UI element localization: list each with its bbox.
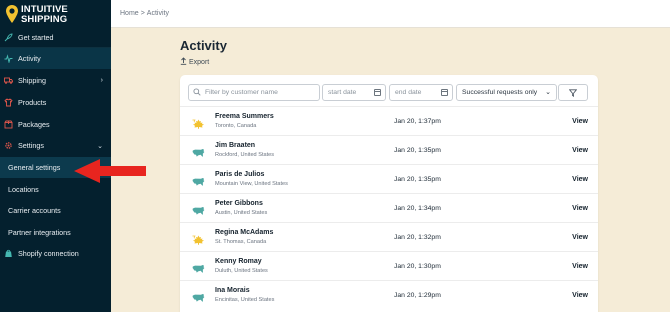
page-title: Activity xyxy=(180,38,227,53)
breadcrumb-separator: > xyxy=(140,10,145,17)
package-icon xyxy=(4,120,13,129)
sidebar-item-label: Locations xyxy=(8,185,39,194)
breadcrumb-current: Activity xyxy=(146,10,169,17)
sidebar-item-get-started[interactable]: Get started xyxy=(0,27,111,48)
view-link[interactable]: View xyxy=(572,292,588,299)
usa-flag-icon xyxy=(192,145,205,157)
customer-location: Duluth, United States xyxy=(215,268,268,274)
sidebar-item-label: Partner integrations xyxy=(8,228,71,237)
sidebar-item-activity[interactable]: Activity xyxy=(0,48,111,69)
customer-name: Jim Braaten xyxy=(215,142,256,149)
status-selected-value: Successful requests only xyxy=(462,89,538,96)
usa-flag-icon xyxy=(192,174,205,186)
customer-location: St. Thomas, Canada xyxy=(215,239,267,245)
sidebar-item-label: Activity xyxy=(18,54,41,63)
canada-flag-icon xyxy=(192,232,205,245)
filter-button[interactable] xyxy=(558,84,588,101)
customer-search-input[interactable]: Filter by customer name xyxy=(188,84,320,101)
customer-name: Kenny Romay xyxy=(215,258,262,265)
activity-row: Jim Braaten Rockford, United States Jan 20… xyxy=(180,135,598,164)
activity-row: Peter Gibbons Austin, United States Jan 20… xyxy=(180,193,598,222)
shirt-icon xyxy=(4,98,13,107)
upload-icon xyxy=(180,57,187,67)
sidebar-item-shopify-connection[interactable]: Shopify connection xyxy=(0,243,111,264)
activity-date: Jan 20, 1:30pm xyxy=(394,263,441,270)
location-pin-icon xyxy=(6,5,18,23)
export-label: Export xyxy=(189,58,210,66)
customer-location: Encinitas, United States xyxy=(215,297,275,303)
request-status-select[interactable]: Successful requests only ⌄ xyxy=(456,84,557,101)
activity-date: Jan 20, 1:35pm xyxy=(394,176,441,183)
activity-icon xyxy=(4,54,13,63)
customer-location: Austin, United States xyxy=(215,210,268,216)
customer-name: Regina McAdams xyxy=(215,229,274,236)
view-link[interactable]: View xyxy=(572,147,588,154)
calendar-icon xyxy=(441,89,448,96)
sidebar-item-label: Carrier accounts xyxy=(8,206,61,215)
start-date-input[interactable]: start date xyxy=(322,84,386,101)
sidebar-item-label: Settings xyxy=(18,141,44,150)
customer-name: Freema Summers xyxy=(215,113,274,120)
rocket-icon xyxy=(4,32,13,42)
brand-wordmark: INTUITIVE SHIPPING xyxy=(21,4,68,25)
sidebar-item-label: General settings xyxy=(8,163,61,172)
red-arrow-annotation xyxy=(74,159,146,183)
customer-location: Rockford, United States xyxy=(215,152,275,158)
activity-date: Jan 20, 1:37pm xyxy=(394,118,441,125)
customer-name: Paris de Julios xyxy=(215,171,265,178)
sidebar-item-label: Shipping xyxy=(18,76,46,85)
sidebar-item-packages[interactable]: Packages xyxy=(0,114,111,135)
gear-icon xyxy=(4,141,13,150)
truck-icon xyxy=(4,76,13,85)
end-date-input[interactable]: end date xyxy=(389,84,453,101)
sidebar-item-shipping[interactable]: Shipping › xyxy=(0,70,111,91)
breadcrumb-home[interactable]: Home xyxy=(120,10,139,17)
usa-flag-icon xyxy=(192,203,205,215)
sidebar-item-carrier-accounts[interactable]: Carrier accounts xyxy=(0,200,111,221)
sidebar-item-partner-integrations[interactable]: Partner integrations xyxy=(0,222,111,243)
breadcrumb: Home > Activity xyxy=(111,0,670,28)
usa-flag-icon xyxy=(192,290,205,302)
activity-row: Ina Morais Encinitas, United States Jan 20… xyxy=(180,280,598,309)
activity-row: Kenny Romay Duluth, United States Jan 20, … xyxy=(180,251,598,280)
activity-date: Jan 20, 1:32pm xyxy=(394,234,441,241)
funnel-icon xyxy=(569,88,577,97)
search-placeholder: Filter by customer name xyxy=(205,89,278,96)
activity-row: Paris de Julios Mountain View, United Sta… xyxy=(180,164,598,193)
sidebar: INTUITIVE SHIPPING Get started Activity … xyxy=(0,0,111,312)
activity-date: Jan 20, 1:35pm xyxy=(394,147,441,154)
customer-location: Mountain View, United States xyxy=(215,181,288,187)
customer-location: Toronto, Canada xyxy=(215,123,257,129)
activity-row: Freema Summers Toronto, Canada Jan 20, 1:3… xyxy=(180,106,598,135)
sidebar-item-label: Get started xyxy=(18,32,54,42)
start-date-placeholder: start date xyxy=(328,89,357,96)
sidebar-item-label: Products xyxy=(18,98,47,107)
end-date-placeholder: end date xyxy=(395,89,422,96)
export-button[interactable]: Export xyxy=(180,57,209,67)
view-link[interactable]: View xyxy=(572,205,588,212)
customer-name: Peter Gibbons xyxy=(215,200,263,207)
brand-logo[interactable]: INTUITIVE SHIPPING xyxy=(5,4,109,26)
view-link[interactable]: View xyxy=(572,234,588,241)
activity-date: Jan 20, 1:34pm xyxy=(394,205,441,212)
chevron-down-icon: ⌄ xyxy=(97,142,103,150)
activity-row: Regina McAdams St. Thomas, Canada Jan 20, … xyxy=(180,222,598,251)
chevron-down-icon: ⌄ xyxy=(545,89,551,96)
sidebar-item-label: Shopify connection xyxy=(18,249,79,258)
view-link[interactable]: View xyxy=(572,118,588,125)
sidebar-item-products[interactable]: Products xyxy=(0,92,111,113)
view-link[interactable]: View xyxy=(572,263,588,270)
shopify-icon xyxy=(4,249,13,258)
usa-flag-icon xyxy=(192,261,205,273)
search-icon xyxy=(193,87,201,98)
view-link[interactable]: View xyxy=(572,176,588,183)
chevron-right-icon: › xyxy=(100,77,103,84)
activity-card: Filter by customer name start date end d… xyxy=(180,75,598,312)
sidebar-item-settings[interactable]: Settings ⌄ xyxy=(0,135,111,156)
canada-flag-icon xyxy=(192,116,205,129)
sidebar-item-label: Packages xyxy=(18,120,50,129)
activity-date: Jan 20, 1:29pm xyxy=(394,292,441,299)
calendar-icon xyxy=(374,89,381,96)
customer-name: Ina Morais xyxy=(215,287,250,294)
